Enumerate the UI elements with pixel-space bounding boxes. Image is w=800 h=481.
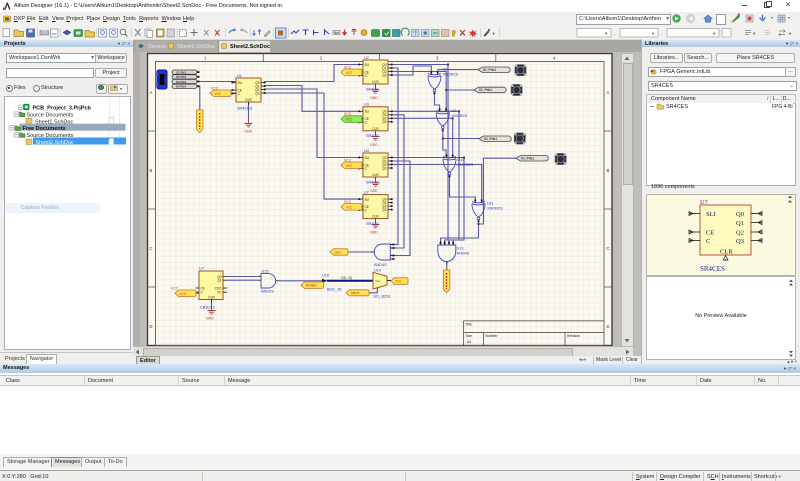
svg-text:AND2S: AND2S: [261, 290, 274, 294]
svg-text:Q3: Q3: [736, 238, 744, 245]
svg-text:D: D: [150, 324, 153, 329]
svg-text:161_B2S1: 161_B2S1: [373, 295, 391, 299]
svg-text:C: C: [150, 246, 153, 251]
svg-text:Title: Title: [466, 322, 472, 326]
svg-text:GND: GND: [370, 96, 378, 100]
svg-text:SEL: SEL: [375, 279, 381, 283]
svg-text:VCC: VCC: [211, 86, 219, 90]
svg-text:U3: U3: [364, 103, 369, 107]
svg-text:U9: U9: [452, 109, 457, 113]
svg-text:S4 Pb4: S4 Pb4: [176, 85, 186, 89]
svg-text:D: D: [607, 324, 610, 329]
svg-text:Q1: Q1: [217, 279, 221, 283]
svg-text:XNOR2S: XNOR2S: [487, 206, 503, 210]
svg-text:AND4S: AND4S: [374, 263, 387, 267]
svg-text:GND: GND: [370, 231, 378, 235]
svg-text:U16: U16: [322, 273, 329, 277]
svg-text:SR4CE: SR4CE: [366, 134, 379, 138]
svg-text:XNOR2S: XNOR2S: [458, 163, 474, 167]
svg-text:...: ...: [660, 31, 663, 36]
svg-text:U13: U13: [457, 247, 464, 251]
svg-text:VCC: VCC: [344, 200, 352, 204]
svg-text:SR4CE: SR4CE: [366, 87, 379, 91]
svg-text:C[1..0]: C[1..0]: [341, 276, 352, 280]
svg-text:SR4CE: SR4CE: [366, 180, 379, 184]
svg-text:U10: U10: [458, 158, 465, 162]
svg-text:Sheet2.SchDoc: Sheet2.SchDoc: [36, 140, 74, 146]
svg-text:U5: U5: [443, 68, 448, 72]
svg-text:GND: GND: [245, 130, 253, 134]
svg-text:XNOR2S: XNOR2S: [452, 114, 468, 118]
svg-text:U1: U1: [237, 74, 242, 78]
svg-text:S2 Pb2: S2 Pb2: [176, 75, 186, 79]
svg-text:U2: U2: [364, 56, 369, 60]
svg-text:CE: CE: [706, 229, 714, 236]
svg-text:U?: U?: [199, 267, 204, 271]
svg-text:VCC: VCC: [344, 158, 352, 162]
svg-text:TC: TC: [217, 291, 222, 295]
svg-text:B: B: [150, 168, 153, 173]
svg-text:GND: GND: [206, 317, 214, 321]
svg-text:Source Documents: Source Documents: [27, 112, 74, 118]
svg-text:start: start: [335, 250, 341, 254]
svg-text:select: select: [351, 291, 359, 295]
svg-text:VCC: VCC: [346, 118, 353, 122]
svg-text:Size: Size: [466, 334, 473, 338]
svg-text:GND: GND: [370, 143, 378, 147]
svg-text:▾: ▾: [789, 31, 792, 36]
svg-text:CLR: CLR: [720, 248, 733, 255]
svg-text:S1 Pb1: S1 Pb1: [176, 70, 186, 74]
svg-text:▾: ▾: [493, 31, 496, 36]
svg-text:C: C: [607, 246, 610, 251]
svg-text:A: A: [607, 90, 610, 95]
svg-text:SR4CE: SR4CE: [366, 222, 379, 226]
svg-text:U7: U7: [364, 190, 369, 194]
svg-text:Sinitiate: Sinitiate: [306, 284, 318, 288]
svg-text:▾: ▾: [753, 31, 756, 36]
svg-text:U4: U4: [364, 149, 369, 153]
svg-text:CLR: CLR: [208, 296, 215, 300]
svg-text:Q2: Q2: [736, 229, 744, 236]
svg-text:Number: Number: [486, 334, 499, 338]
svg-text:CB3CE2: CB3CE2: [200, 306, 215, 310]
svg-text:VCC: VCC: [344, 65, 352, 69]
svg-text:GND: GND: [370, 189, 378, 193]
svg-text:VCC: VCC: [344, 112, 352, 116]
svg-text:Free Documents: Free Documents: [23, 126, 66, 132]
svg-text:SR4CES: SR4CES: [700, 265, 725, 273]
svg-text:VCC: VCC: [395, 280, 402, 284]
svg-text:Net: Net: [334, 31, 339, 35]
svg-text:BUS_JS: BUS_JS: [327, 288, 342, 292]
svg-text:XNOR2S: XNOR2S: [443, 72, 459, 76]
svg-text:U11: U11: [487, 202, 494, 206]
svg-text:Revision: Revision: [567, 334, 580, 338]
svg-text:PCB_Project_3.PrjPcb: PCB_Project_3.PrjPcb: [33, 106, 92, 112]
svg-text:A4: A4: [467, 340, 471, 344]
svg-text:Q1: Q1: [736, 220, 744, 227]
svg-text:A: A: [150, 90, 153, 95]
svg-text:AND4S: AND4S: [457, 251, 470, 255]
svg-text:C: C: [706, 238, 710, 245]
svg-text:U14: U14: [374, 268, 381, 272]
svg-text:...: ...: [613, 31, 616, 36]
svg-text:Q0: Q0: [736, 211, 744, 218]
svg-text:S3 Pb3: S3 Pb3: [176, 80, 186, 84]
svg-text:VCC: VCC: [171, 286, 179, 290]
svg-text:B: B: [607, 168, 610, 173]
svg-text:SLI: SLI: [706, 211, 716, 218]
svg-text:SR4CES: SR4CES: [237, 107, 253, 111]
svg-text:U15: U15: [262, 270, 269, 274]
